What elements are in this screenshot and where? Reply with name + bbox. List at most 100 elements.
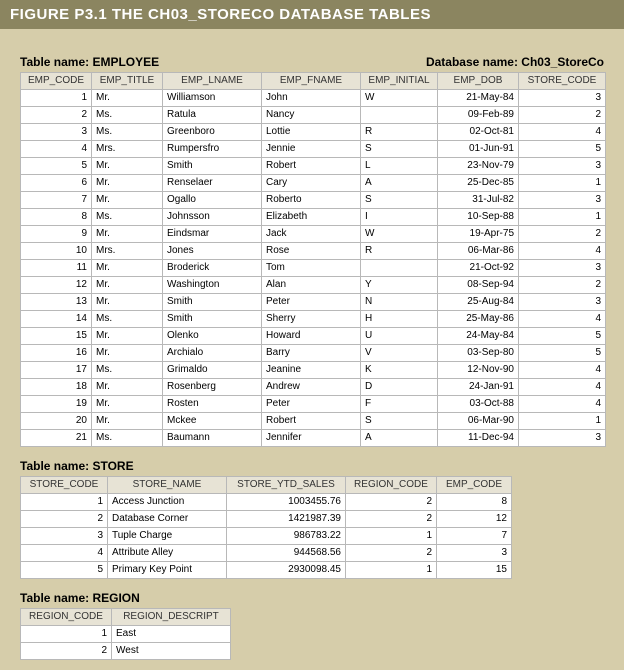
column-header: STORE_YTD_SALES [227, 477, 346, 494]
table-cell: 3 [519, 158, 606, 175]
table-cell: 8 [437, 494, 512, 511]
table-cell: East [112, 626, 231, 643]
table-cell: 1 [519, 413, 606, 430]
column-header: REGION_CODE [21, 609, 112, 626]
table-cell [361, 260, 438, 277]
table-cell: 25-Dec-85 [438, 175, 519, 192]
column-header: STORE_NAME [108, 477, 227, 494]
table-cell: 10 [21, 243, 92, 260]
table-cell: 3 [21, 124, 92, 141]
table-cell: Y [361, 277, 438, 294]
table-cell: I [361, 209, 438, 226]
table-cell: 1 [519, 209, 606, 226]
table-cell: 3 [519, 90, 606, 107]
table-cell: 3 [437, 545, 512, 562]
table-cell: Rumpersfro [163, 141, 262, 158]
table-cell: Robert [262, 158, 361, 175]
table-cell: 21 [21, 430, 92, 447]
table-cell: 09-Feb-89 [438, 107, 519, 124]
table-cell: 2 [519, 107, 606, 124]
table-cell: Tuple Charge [108, 528, 227, 545]
table-cell: 4 [21, 545, 108, 562]
table-cell: 06-Mar-90 [438, 413, 519, 430]
table-cell: West [112, 643, 231, 660]
store-table-label: Table name: STORE [20, 459, 604, 473]
table-cell: A [361, 430, 438, 447]
table-cell: Greenboro [163, 124, 262, 141]
table-cell: Mrs. [92, 243, 163, 260]
table-cell: Jones [163, 243, 262, 260]
table-cell: 14 [21, 311, 92, 328]
table-cell: Ms. [92, 209, 163, 226]
table-cell: Jeanine [262, 362, 361, 379]
table-cell: 7 [21, 192, 92, 209]
column-header: EMP_LNAME [163, 73, 262, 90]
table-row: 2Database Corner1421987.39212 [21, 511, 512, 528]
table-cell: 1 [21, 90, 92, 107]
table-cell: Primary Key Point [108, 562, 227, 579]
table-cell: Johnsson [163, 209, 262, 226]
table-cell: 20 [21, 413, 92, 430]
table-cell: U [361, 328, 438, 345]
table-cell: 11-Dec-94 [438, 430, 519, 447]
table-cell: Lottie [262, 124, 361, 141]
column-header: STORE_CODE [21, 477, 108, 494]
column-header: STORE_CODE [519, 73, 606, 90]
column-header: EMP_INITIAL [361, 73, 438, 90]
table-cell: Attribute Alley [108, 545, 227, 562]
table-row: 4Attribute Alley944568.5623 [21, 545, 512, 562]
table-cell: S [361, 192, 438, 209]
table-cell: Archialo [163, 345, 262, 362]
table-cell: 02-Oct-81 [438, 124, 519, 141]
table-cell: A [361, 175, 438, 192]
table-cell: R [361, 124, 438, 141]
table-cell: 5 [519, 328, 606, 345]
table-cell: 25-Aug-84 [438, 294, 519, 311]
table-cell: Peter [262, 294, 361, 311]
table-cell: Mr. [92, 396, 163, 413]
table-cell: 2 [346, 511, 437, 528]
table-cell: 6 [21, 175, 92, 192]
table-cell: Barry [262, 345, 361, 362]
table-cell: Roberto [262, 192, 361, 209]
table-cell: Ratula [163, 107, 262, 124]
table-row: 1East [21, 626, 231, 643]
content-area: Table name: EMPLOYEE Database name: Ch03… [0, 29, 624, 670]
table-cell: 4 [519, 396, 606, 413]
table-row: 3Ms.GreenboroLottieR02-Oct-814 [21, 124, 606, 141]
table-cell: Mckee [163, 413, 262, 430]
figure-title: FIGURE P3.1 THE CH03_STORECO DATABASE TA… [10, 6, 431, 23]
table-cell: 12-Nov-90 [438, 362, 519, 379]
table-cell: 5 [21, 562, 108, 579]
table-cell: 3 [519, 192, 606, 209]
table-cell: Mr. [92, 277, 163, 294]
table-cell: 19 [21, 396, 92, 413]
table-cell: 2930098.45 [227, 562, 346, 579]
table-row: 16Mr.ArchialoBarryV03-Sep-805 [21, 345, 606, 362]
table-cell: Jennie [262, 141, 361, 158]
table-row: 1Access Junction1003455.7628 [21, 494, 512, 511]
table-cell: Olenko [163, 328, 262, 345]
table-cell: 4 [519, 362, 606, 379]
table-cell: 19-Apr-75 [438, 226, 519, 243]
table-cell: Mr. [92, 175, 163, 192]
table-cell: Elizabeth [262, 209, 361, 226]
table-cell: 31-Jul-82 [438, 192, 519, 209]
table-cell: Nancy [262, 107, 361, 124]
table-cell: 4 [519, 311, 606, 328]
table-cell: Peter [262, 396, 361, 413]
table-cell: Mr. [92, 413, 163, 430]
table-cell: Williamson [163, 90, 262, 107]
column-header: EMP_FNAME [262, 73, 361, 90]
table-row: 9Mr.EindsmarJackW19-Apr-752 [21, 226, 606, 243]
table-cell: John [262, 90, 361, 107]
table-row: 6Mr.RenselaerCaryA25-Dec-851 [21, 175, 606, 192]
table-cell: Cary [262, 175, 361, 192]
table-row: 2Ms.RatulaNancy09-Feb-892 [21, 107, 606, 124]
table-cell: Ms. [92, 107, 163, 124]
table-row: 15Mr.OlenkoHowardU24-May-845 [21, 328, 606, 345]
table-cell: 3 [519, 294, 606, 311]
table-cell: 1421987.39 [227, 511, 346, 528]
table-cell: 12 [21, 277, 92, 294]
table-cell: 2 [346, 545, 437, 562]
